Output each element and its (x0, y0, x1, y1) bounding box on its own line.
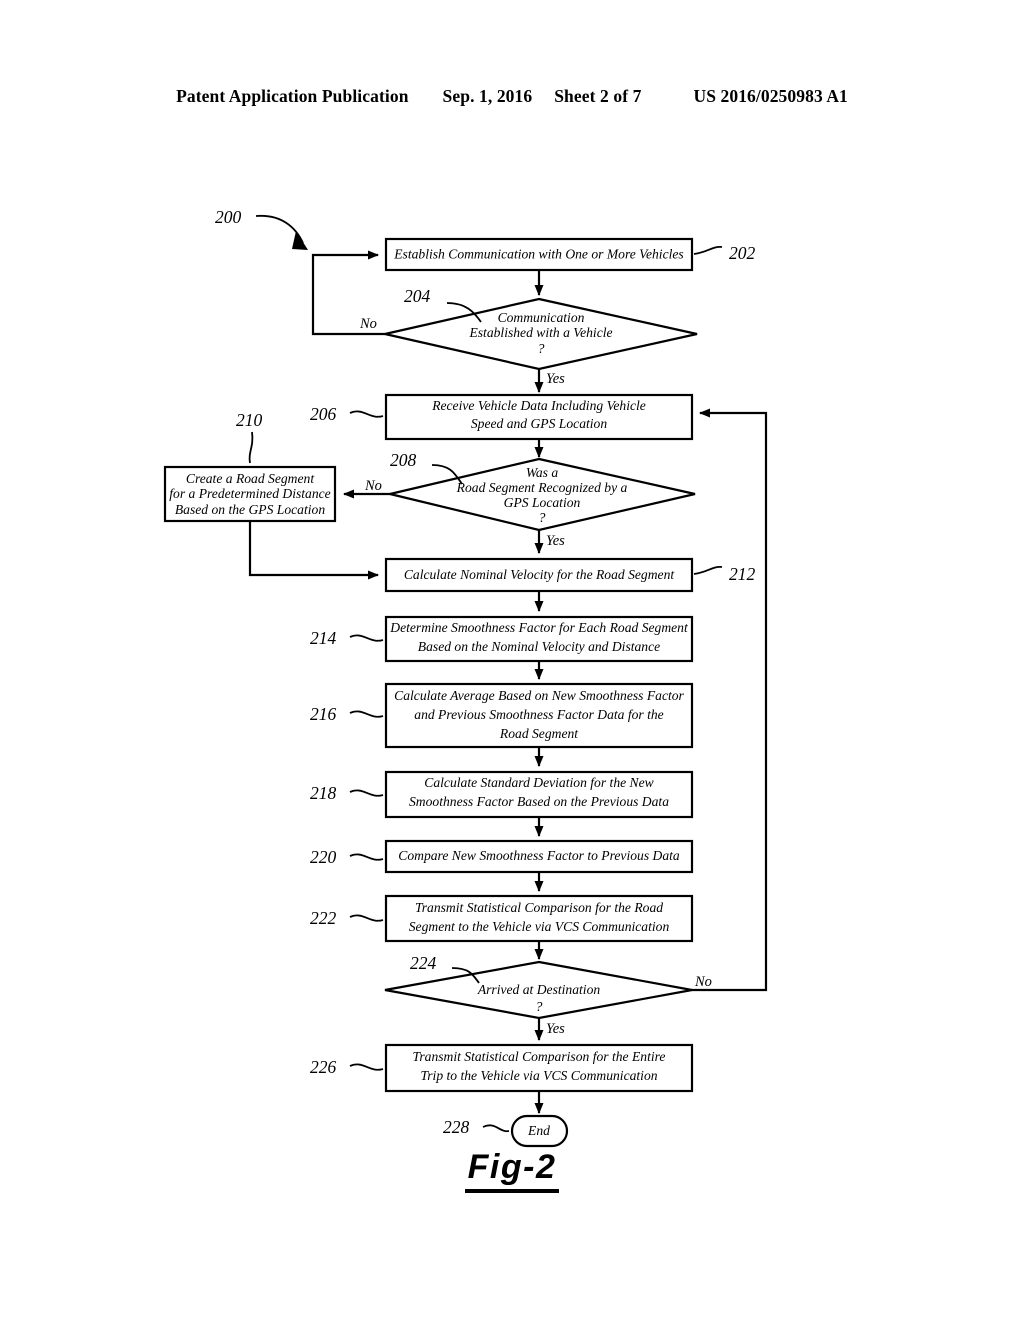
ref-216: 216 (310, 704, 337, 724)
branch-label-no-224: No (694, 974, 712, 990)
ref-218: 218 (310, 783, 337, 803)
ref-226: 226 (310, 1057, 337, 1077)
ref-222-leader (349, 914, 384, 922)
node-224-line2: ? (536, 999, 543, 1014)
ref-218-leader (349, 789, 384, 797)
node-208-line2: Road Segment Recognized by a (456, 480, 628, 495)
ref-224: 224 (410, 953, 437, 973)
node-202-label: Establish Communication with One or More… (393, 247, 683, 262)
ref-220: 220 (310, 847, 337, 867)
node-216-line2: and Previous Smoothness Factor Data for … (414, 707, 663, 722)
edge-210-212 (248, 521, 379, 580)
branch-label-no-204: No (359, 316, 377, 332)
ref-206: 206 (310, 404, 337, 424)
node-214-line1: Determine Smoothness Factor for Each Roa… (389, 620, 689, 635)
ref-226-leader (349, 1063, 384, 1071)
ref-206-leader (349, 410, 384, 418)
node-222-line2: Segment to the Vehicle via VCS Communica… (409, 919, 670, 934)
node-204-line2: Established with a Vehicle (468, 325, 612, 340)
node-226-line1: Transmit Statistical Comparison for the … (413, 1049, 666, 1064)
node-208-line4: ? (539, 510, 546, 525)
node-226-line2: Trip to the Vehicle via VCS Communicatio… (420, 1068, 657, 1083)
branch-label-yes-208: Yes (546, 533, 565, 549)
node-224-line1: Arrived at Destination (477, 982, 601, 997)
ref-202: 202 (729, 243, 756, 263)
ref-222: 222 (310, 908, 337, 928)
figure-label: Fig-2 (464, 1148, 560, 1193)
node-212-label: Calculate Nominal Velocity for the Road … (404, 567, 676, 582)
node-206-line1: Receive Vehicle Data Including Vehicle (431, 398, 646, 413)
flowchart-200: 200 Establish Communication with One or … (163, 207, 768, 1148)
node-216-line3: Road Segment (499, 726, 579, 741)
node-206-line2: Speed and GPS Location (471, 416, 607, 431)
ref-228-leader (482, 1124, 510, 1133)
node-204-line1: Communication (498, 310, 585, 325)
node-208-line3: GPS Location (504, 495, 581, 510)
node-228-label: End (527, 1123, 550, 1138)
ref-220-leader (349, 853, 384, 861)
figure-ref-200: 200 (215, 207, 242, 227)
ref-214-leader (349, 634, 384, 642)
node-214-line2: Based on the Nominal Velocity and Distan… (418, 639, 660, 654)
ref-202-leader (693, 246, 723, 255)
edge-224-206-no (692, 408, 768, 992)
ref-208: 208 (390, 450, 417, 470)
patent-drawing-page: Patent Application Publication Sep. 1, 2… (0, 0, 1024, 1320)
ref-214: 214 (310, 628, 337, 648)
node-210-line3: Based on the GPS Location (175, 502, 325, 517)
ref-210-leader (248, 431, 254, 464)
figure-ref-arrowhead (292, 231, 308, 250)
node-220-label: Compare New Smoothness Factor to Previou… (398, 848, 680, 863)
branch-label-no-208: No (364, 478, 382, 494)
figure-caption: Fig-2 (0, 1148, 1024, 1193)
branch-label-yes-224: Yes (546, 1021, 565, 1037)
node-222-line1: Transmit Statistical Comparison for the … (415, 900, 663, 915)
node-210-line1: Create a Road Segment (186, 471, 315, 486)
ref-212-leader (693, 566, 723, 575)
node-204-line3: ? (538, 341, 545, 356)
node-208-line1: Was a (526, 465, 559, 480)
node-210-line2: for a Predetermined Distance (169, 486, 330, 501)
node-216-line1: Calculate Average Based on New Smoothnes… (394, 688, 684, 703)
ref-204: 204 (404, 286, 431, 306)
ref-212: 212 (729, 564, 756, 584)
ref-216-leader (349, 710, 384, 718)
ref-228: 228 (443, 1117, 470, 1137)
ref-210: 210 (236, 410, 263, 430)
branch-label-yes-204: Yes (546, 371, 565, 387)
node-218-line2: Smoothness Factor Based on the Previous … (409, 794, 669, 809)
node-218-line1: Calculate Standard Deviation for the New (424, 775, 653, 790)
